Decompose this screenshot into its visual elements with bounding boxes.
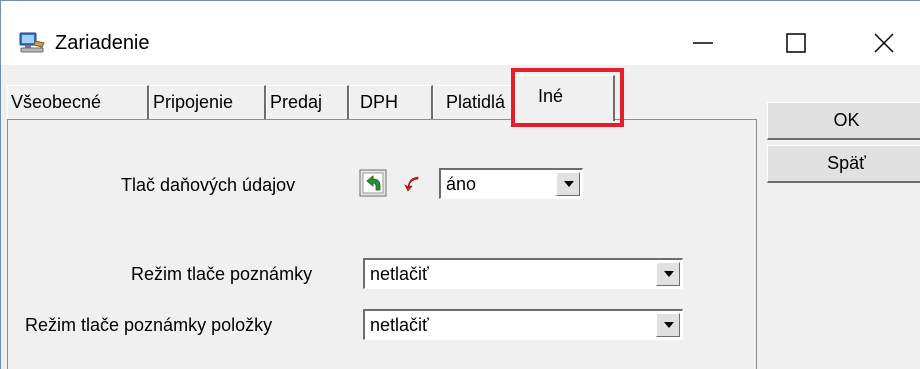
app-icon [17, 31, 47, 55]
note-mode-value: netlačiť [370, 264, 429, 284]
back-button[interactable]: Späť [767, 145, 920, 183]
tab-dph[interactable]: DPH [349, 85, 433, 120]
close-button[interactable] [864, 23, 904, 63]
chevron-down-icon[interactable] [656, 313, 680, 337]
dialog-window: Zariadenie Všeobecné Pripojenie Predaj D… [0, 0, 920, 369]
tax-print-value: áno [446, 174, 477, 194]
ok-button[interactable]: OK [767, 102, 920, 140]
item-note-mode-value: netlačiť [370, 315, 429, 335]
item-note-mode-label: Režim tlače poznámky položky [25, 315, 273, 335]
tab-platidla[interactable]: Platidlá [433, 85, 515, 120]
button-column: OK Späť [757, 85, 920, 369]
tax-print-label: Tlač daňových údajov [121, 175, 296, 195]
highlight-box [511, 68, 624, 127]
tab-vseobecne[interactable]: Všeobecné [7, 85, 149, 120]
reset-arrow-icon[interactable] [398, 169, 426, 197]
note-mode-label: Režim tlače poznámky [131, 264, 313, 284]
maximize-button[interactable] [776, 23, 816, 63]
chevron-down-icon[interactable] [556, 172, 580, 196]
tab-pripojenie[interactable]: Pripojenie [149, 85, 266, 120]
tab-predaj[interactable]: Predaj [266, 85, 349, 120]
window-title: Zariadenie [55, 32, 150, 54]
item-note-mode-select[interactable]: netlačiť [363, 309, 683, 340]
title-bar: Zariadenie [1, 1, 920, 65]
minimize-button[interactable] [683, 23, 723, 63]
undo-icon[interactable] [359, 169, 387, 197]
note-mode-select[interactable]: netlačiť [363, 258, 683, 289]
chevron-down-icon[interactable] [656, 262, 680, 286]
tax-print-select[interactable]: áno [439, 168, 583, 199]
